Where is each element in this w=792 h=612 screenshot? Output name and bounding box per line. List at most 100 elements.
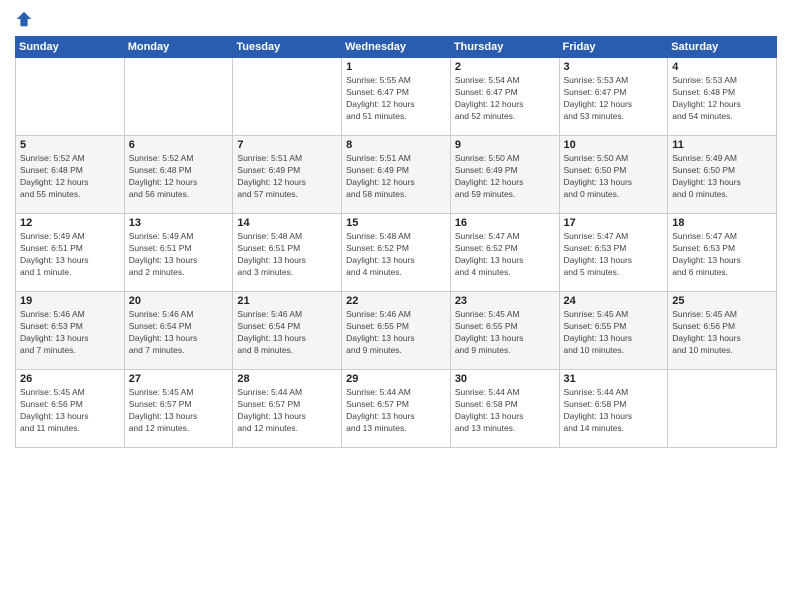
day-cell: 8 Sunrise: 5:51 AM Sunset: 6:49 PM Daylig… — [342, 136, 451, 214]
day-number: 7 — [237, 139, 337, 151]
day-info: Sunrise: 5:46 AM Sunset: 6:55 PM Dayligh… — [346, 309, 446, 357]
week-row-1: 1 Sunrise: 5:55 AM Sunset: 6:47 PM Daylig… — [16, 58, 777, 136]
day-cell: 11 Sunrise: 5:49 AM Sunset: 6:50 PM Dayli… — [668, 136, 777, 214]
day-info: Sunrise: 5:48 AM Sunset: 6:51 PM Dayligh… — [237, 231, 337, 279]
day-cell: 31 Sunrise: 5:44 AM Sunset: 6:58 PM Dayli… — [559, 370, 668, 448]
day-cell: 21 Sunrise: 5:46 AM Sunset: 6:54 PM Dayli… — [233, 292, 342, 370]
day-info: Sunrise: 5:46 AM Sunset: 6:54 PM Dayligh… — [237, 309, 337, 357]
day-cell: 18 Sunrise: 5:47 AM Sunset: 6:53 PM Dayli… — [668, 214, 777, 292]
day-cell — [233, 58, 342, 136]
day-number: 12 — [20, 217, 120, 229]
day-cell: 3 Sunrise: 5:53 AM Sunset: 6:47 PM Daylig… — [559, 58, 668, 136]
day-info: Sunrise: 5:47 AM Sunset: 6:53 PM Dayligh… — [672, 231, 772, 279]
logo-icon — [15, 10, 33, 28]
day-number: 26 — [20, 373, 120, 385]
day-info: Sunrise: 5:47 AM Sunset: 6:53 PM Dayligh… — [564, 231, 664, 279]
header-row: SundayMondayTuesdayWednesdayThursdayFrid… — [16, 37, 777, 58]
day-cell: 24Sunrise: 5:45 AM Sunset: 6:55 PM Dayli… — [559, 292, 668, 370]
day-cell: 19Sunrise: 5:46 AM Sunset: 6:53 PM Dayli… — [16, 292, 125, 370]
day-cell: 6 Sunrise: 5:52 AM Sunset: 6:48 PM Daylig… — [124, 136, 233, 214]
day-number: 30 — [455, 373, 555, 385]
day-number: 11 — [672, 139, 772, 151]
day-cell — [668, 370, 777, 448]
day-cell: 1 Sunrise: 5:55 AM Sunset: 6:47 PM Daylig… — [342, 58, 451, 136]
day-cell: 22 Sunrise: 5:46 AM Sunset: 6:55 PM Dayli… — [342, 292, 451, 370]
day-info: Sunrise: 5:45 AM Sunset: 6:56 PM Dayligh… — [672, 309, 772, 357]
day-number: 14 — [237, 217, 337, 229]
day-number: 22 — [346, 295, 446, 307]
day-number: 4 — [672, 61, 772, 73]
day-number: 25 — [672, 295, 772, 307]
col-header-friday: Friday — [559, 37, 668, 58]
day-info: Sunrise: 5:50 AM Sunset: 6:50 PM Dayligh… — [564, 153, 664, 201]
day-number: 29 — [346, 373, 446, 385]
col-header-thursday: Thursday — [450, 37, 559, 58]
day-number: 27 — [129, 373, 229, 385]
day-cell: 16 Sunrise: 5:47 AM Sunset: 6:52 PM Dayli… — [450, 214, 559, 292]
day-number: 31 — [564, 373, 664, 385]
day-info: Sunrise: 5:54 AM Sunset: 6:47 PM Dayligh… — [455, 75, 555, 123]
day-info: Sunrise: 5:52 AM Sunset: 6:48 PM Dayligh… — [20, 153, 120, 201]
day-number: 3 — [564, 61, 664, 73]
header — [15, 10, 777, 28]
day-cell: 17 Sunrise: 5:47 AM Sunset: 6:53 PM Dayli… — [559, 214, 668, 292]
day-cell — [16, 58, 125, 136]
day-info: Sunrise: 5:46 AM Sunset: 6:54 PM Dayligh… — [129, 309, 229, 357]
day-info: Sunrise: 5:52 AM Sunset: 6:48 PM Dayligh… — [129, 153, 229, 201]
day-cell: 4Sunrise: 5:53 AM Sunset: 6:48 PM Daylig… — [668, 58, 777, 136]
day-info: Sunrise: 5:45 AM Sunset: 6:55 PM Dayligh… — [455, 309, 555, 357]
day-number: 10 — [564, 139, 664, 151]
day-number: 5 — [20, 139, 120, 151]
page: SundayMondayTuesdayWednesdayThursdayFrid… — [0, 0, 792, 612]
day-cell — [124, 58, 233, 136]
day-cell: 27 Sunrise: 5:45 AM Sunset: 6:57 PM Dayli… — [124, 370, 233, 448]
day-number: 23 — [455, 295, 555, 307]
day-number: 8 — [346, 139, 446, 151]
day-number: 20 — [129, 295, 229, 307]
col-header-monday: Monday — [124, 37, 233, 58]
day-number: 2 — [455, 61, 555, 73]
week-row-4: 19Sunrise: 5:46 AM Sunset: 6:53 PM Dayli… — [16, 292, 777, 370]
day-number: 28 — [237, 373, 337, 385]
day-info: Sunrise: 5:49 AM Sunset: 6:51 PM Dayligh… — [129, 231, 229, 279]
day-info: Sunrise: 5:49 AM Sunset: 6:51 PM Dayligh… — [20, 231, 120, 279]
day-number: 19 — [20, 295, 120, 307]
day-cell: 5 Sunrise: 5:52 AM Sunset: 6:48 PM Daylig… — [16, 136, 125, 214]
day-info: Sunrise: 5:48 AM Sunset: 6:52 PM Dayligh… — [346, 231, 446, 279]
day-cell: 13 Sunrise: 5:49 AM Sunset: 6:51 PM Dayli… — [124, 214, 233, 292]
day-number: 13 — [129, 217, 229, 229]
col-header-sunday: Sunday — [16, 37, 125, 58]
day-cell: 10 Sunrise: 5:50 AM Sunset: 6:50 PM Dayli… — [559, 136, 668, 214]
day-number: 9 — [455, 139, 555, 151]
day-cell: 14 Sunrise: 5:48 AM Sunset: 6:51 PM Dayli… — [233, 214, 342, 292]
day-info: Sunrise: 5:44 AM Sunset: 6:58 PM Dayligh… — [455, 387, 555, 435]
day-number: 6 — [129, 139, 229, 151]
day-info: Sunrise: 5:47 AM Sunset: 6:52 PM Dayligh… — [455, 231, 555, 279]
col-header-saturday: Saturday — [668, 37, 777, 58]
day-info: Sunrise: 5:55 AM Sunset: 6:47 PM Dayligh… — [346, 75, 446, 123]
day-number: 21 — [237, 295, 337, 307]
day-cell: 12 Sunrise: 5:49 AM Sunset: 6:51 PM Dayli… — [16, 214, 125, 292]
day-info: Sunrise: 5:53 AM Sunset: 6:47 PM Dayligh… — [564, 75, 664, 123]
day-info: Sunrise: 5:44 AM Sunset: 6:58 PM Dayligh… — [564, 387, 664, 435]
week-row-2: 5 Sunrise: 5:52 AM Sunset: 6:48 PM Daylig… — [16, 136, 777, 214]
day-number: 17 — [564, 217, 664, 229]
day-info: Sunrise: 5:49 AM Sunset: 6:50 PM Dayligh… — [672, 153, 772, 201]
col-header-wednesday: Wednesday — [342, 37, 451, 58]
day-info: Sunrise: 5:44 AM Sunset: 6:57 PM Dayligh… — [237, 387, 337, 435]
day-cell: 30 Sunrise: 5:44 AM Sunset: 6:58 PM Dayli… — [450, 370, 559, 448]
day-cell: 15 Sunrise: 5:48 AM Sunset: 6:52 PM Dayli… — [342, 214, 451, 292]
day-cell: 28 Sunrise: 5:44 AM Sunset: 6:57 PM Dayli… — [233, 370, 342, 448]
day-cell: 2 Sunrise: 5:54 AM Sunset: 6:47 PM Daylig… — [450, 58, 559, 136]
day-info: Sunrise: 5:51 AM Sunset: 6:49 PM Dayligh… — [346, 153, 446, 201]
week-row-5: 26 Sunrise: 5:45 AM Sunset: 6:56 PM Dayli… — [16, 370, 777, 448]
day-info: Sunrise: 5:45 AM Sunset: 6:57 PM Dayligh… — [129, 387, 229, 435]
day-info: Sunrise: 5:45 AM Sunset: 6:56 PM Dayligh… — [20, 387, 120, 435]
day-number: 16 — [455, 217, 555, 229]
day-cell: 9Sunrise: 5:50 AM Sunset: 6:49 PM Daylig… — [450, 136, 559, 214]
day-number: 1 — [346, 61, 446, 73]
day-number: 18 — [672, 217, 772, 229]
week-row-3: 12 Sunrise: 5:49 AM Sunset: 6:51 PM Dayli… — [16, 214, 777, 292]
day-number: 15 — [346, 217, 446, 229]
day-info: Sunrise: 5:44 AM Sunset: 6:57 PM Dayligh… — [346, 387, 446, 435]
